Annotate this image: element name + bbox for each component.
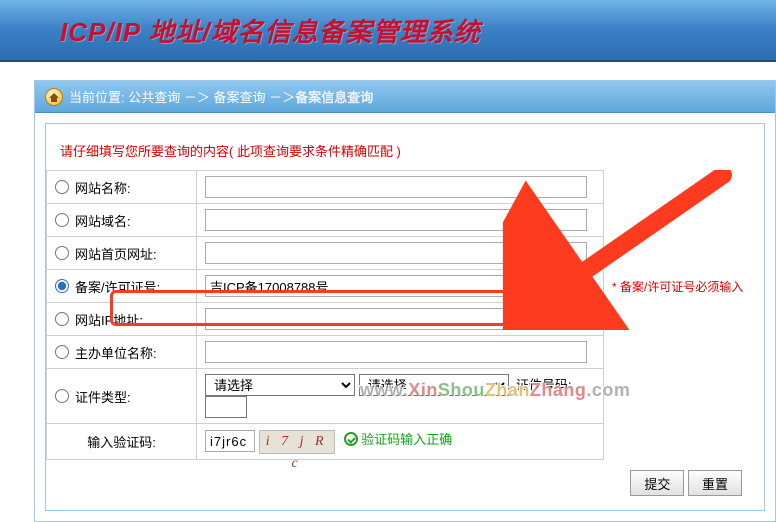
radio-site-name[interactable]	[55, 180, 69, 194]
reset-button[interactable]: 重置	[688, 470, 742, 496]
label-cert: 证件类型:	[75, 387, 131, 406]
label-org: 主办单位名称:	[75, 343, 157, 362]
input-site-url[interactable]	[205, 242, 587, 264]
main-panel: 当前位置: 公共查询 －＞ 备案查询 －＞ 备案信息查询 请仔细填写您所要查询的…	[34, 80, 776, 522]
label-site-ip: 网站IP地址:	[75, 310, 143, 329]
label-site-domain: 网站域名:	[75, 211, 131, 230]
input-cert-idno[interactable]	[205, 396, 247, 418]
input-site-domain[interactable]	[205, 209, 587, 231]
radio-site-url[interactable]	[55, 246, 69, 260]
label-site-url: 网站首页网址:	[75, 244, 157, 263]
home-icon	[45, 88, 63, 106]
input-icp-no[interactable]	[205, 275, 587, 297]
row-site-ip: 网站IP地址:	[47, 303, 764, 336]
input-org[interactable]	[205, 341, 587, 363]
breadcrumb-label: 当前位置:	[69, 87, 125, 106]
input-site-name[interactable]	[205, 176, 587, 198]
note-icp-no: * 备案/许可证号必须输入	[604, 270, 764, 303]
row-org: 主办单位名称:	[47, 336, 764, 369]
check-icon	[344, 432, 358, 446]
label-site-name: 网站名称:	[75, 178, 131, 197]
select-cert-type-1[interactable]: 请选择	[205, 374, 355, 396]
breadcrumb-sep: －＞	[184, 87, 210, 106]
row-icp-no: 备案/许可证号: * 备案/许可证号必须输入	[47, 270, 764, 303]
input-site-ip[interactable]	[205, 308, 587, 330]
input-captcha[interactable]	[205, 430, 255, 452]
submit-button[interactable]: 提交	[630, 470, 684, 496]
label-cert-idno: 证件号码:	[516, 378, 572, 393]
query-form: 网站名称: 网站域名: 网站首页网址:	[46, 170, 764, 460]
captcha-image[interactable]: i 7 j R c	[259, 430, 335, 454]
breadcrumb-sep: －＞	[269, 87, 295, 106]
form-panel: 请仔细填写您所要查询的内容( 此项查询要求条件精确匹配 ) 网站名称: 网站域名…	[45, 123, 765, 511]
row-site-url: 网站首页网址:	[47, 237, 764, 270]
radio-cert[interactable]	[55, 389, 69, 403]
captcha-ok-text: 验证码输入正确	[361, 429, 452, 448]
select-cert-type-2[interactable]: 请选择	[359, 374, 509, 396]
radio-site-domain[interactable]	[55, 213, 69, 227]
radio-site-ip[interactable]	[55, 312, 69, 326]
label-captcha: 输入验证码:	[87, 435, 156, 450]
captcha-ok: 验证码输入正确	[344, 429, 452, 448]
row-site-name: 网站名称:	[47, 171, 764, 204]
radio-org[interactable]	[55, 345, 69, 359]
breadcrumb: 当前位置: 公共查询 －＞ 备案查询 －＞ 备案信息查询	[35, 81, 775, 113]
radio-icp-no[interactable]	[55, 279, 69, 293]
app-title: ICP/IP 地址/域名信息备案管理系统	[60, 12, 481, 49]
breadcrumb-current: 备案信息查询	[295, 87, 373, 106]
row-captcha: 输入验证码: i 7 j R c 验证码输入正确	[47, 424, 764, 460]
row-site-domain: 网站域名:	[47, 204, 764, 237]
button-row: 提交 重置	[46, 460, 764, 496]
header: ICP/IP 地址/域名信息备案管理系统	[0, 0, 776, 62]
label-icp-no: 备案/许可证号:	[75, 277, 160, 296]
form-instruction: 请仔细填写您所要查询的内容( 此项查询要求条件精确匹配 )	[46, 138, 764, 170]
row-cert: 证件类型: 请选择 请选择 证件号码:	[47, 369, 764, 424]
breadcrumb-link-record[interactable]: 备案查询	[214, 87, 266, 106]
breadcrumb-link-public[interactable]: 公共查询	[128, 87, 180, 106]
